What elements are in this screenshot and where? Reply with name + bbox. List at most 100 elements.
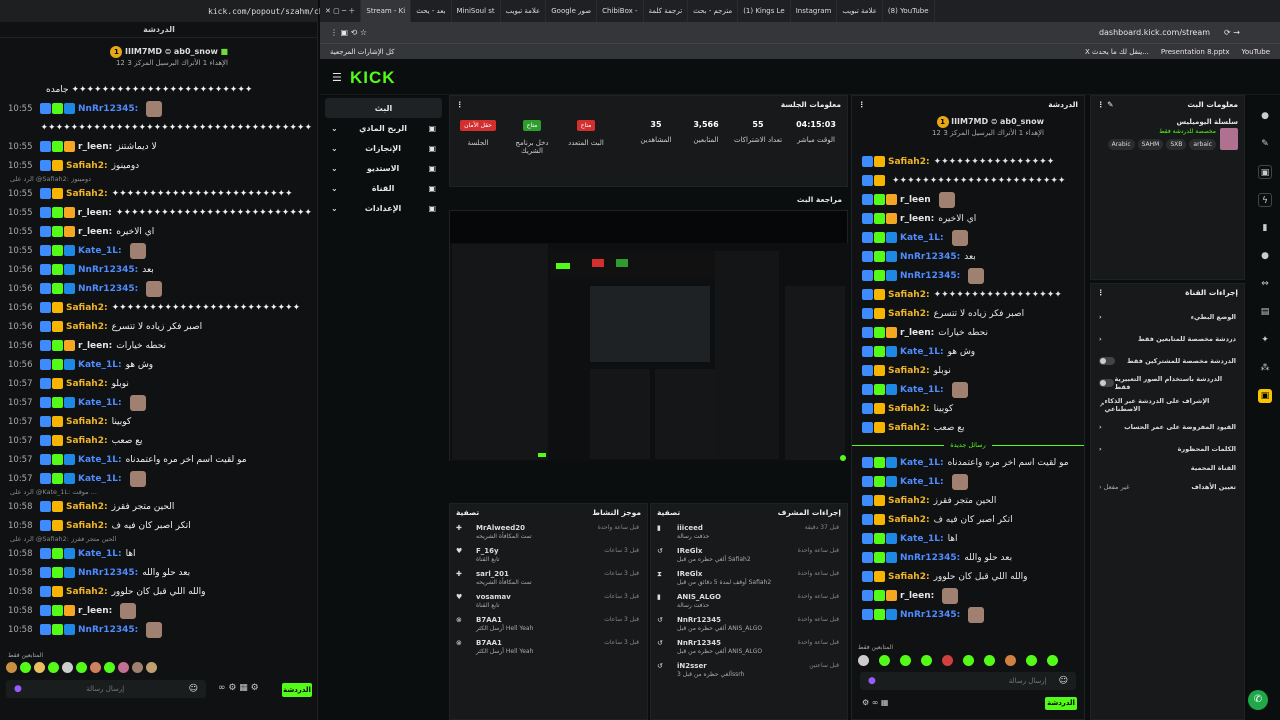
chat-message[interactable]: Safiah2: يع صعب [852,418,1084,437]
chat-message[interactable]: Kate_1L: [852,228,1084,247]
chat-message[interactable]: 10:57 Safiah2: نوبلو [0,374,312,393]
emote-bar[interactable] [6,662,160,676]
browser-tab[interactable]: علامة تبويب [837,0,883,22]
bookmarks-all[interactable]: كل الإشارات المرجعية [330,48,395,56]
sidebar-item[interactable]: ⌄ الاستديو ▣ [325,158,442,178]
message-username[interactable]: Safiah2: [888,515,930,525]
feed-username[interactable]: iN2sser [677,662,744,670]
message-username[interactable]: Safiah2: [66,303,108,313]
chat-message[interactable]: Safiah2: اصبر فكر زياده لا تتسرع [852,304,1084,323]
chat-message[interactable]: 10:57 Safiah2: يع صعب [0,431,312,450]
message-username[interactable]: Safiah2: [888,572,930,582]
message-username[interactable]: Safiah2: [66,322,108,332]
chat-message[interactable]: Kate_1L: وش هو [852,342,1084,361]
chat-message[interactable]: NnRr12345: [852,605,1084,624]
feed-row[interactable]: ♥ F_16y تابع القناة قبل 3 ساعات [450,543,647,566]
chat-message[interactable]: Kate_1L: [852,380,1084,399]
feed-username[interactable]: iiiceed [677,524,709,532]
message-username[interactable]: Safiah2: [888,423,930,433]
chat-message[interactable]: 10:57 Kate_1L: مو لقيت اسم اخر مره واعتمدن… [0,450,312,469]
chat-message[interactable]: 10:56 NnRr12345: بعد [0,260,312,279]
chat-message[interactable]: Safiah2: نوبلو [852,361,1084,380]
chat-pinned-message[interactable]: 1 IIIM7MD ⊜ ab0_snow 12 الإهداء 1 الأترا… [852,112,1084,140]
chat-message[interactable]: 10:58 Kate_1L: اها [0,544,312,563]
message-username[interactable]: NnRr12345: [78,284,138,294]
message-username[interactable]: Safiah2: [66,436,108,446]
feed-username[interactable]: ANIS_ALGO [677,593,721,601]
bot-icon[interactable]: ▤ [1258,305,1272,319]
pen-icon[interactable]: ✎ [1258,137,1272,151]
chat-message[interactable]: Kate_1L: اها [852,529,1084,548]
chat-message[interactable]: 10:55 r_leen: ✦✦✦✦✦✦✦✦✦✦✦✦✦✦✦✦✦✦✦✦✦✦✦✦✦✦ [0,203,312,222]
browser-tab[interactable]: مترجم - بحث [688,0,739,22]
status-badge[interactable]: متاح [522,120,542,131]
message-username[interactable]: Safiah2: [888,496,930,506]
feed-username[interactable]: sarl_201 [476,570,532,578]
chat-message[interactable]: r_leen: نحطه خيارات [852,323,1084,342]
chat-message[interactable]: NnRr12345: [852,266,1084,285]
chat-toolbar-icons[interactable]: ⚙ ∞ ▦ [862,698,888,707]
hamburger-icon[interactable]: ☰ [332,71,342,84]
feed-username[interactable]: vosamav [476,593,511,601]
camera-icon[interactable]: ▣ [1258,165,1272,179]
message-username[interactable]: r_leen: [900,591,934,601]
message-username[interactable]: NnRr12345: [78,265,138,275]
feed-row[interactable]: ↺ NnRr12345 ألغي حظره من قبل ANIS_ALGO قبل … [651,612,847,635]
url-text[interactable]: dashboard.kick.com/stream [1099,28,1210,37]
message-username[interactable]: Safiah2: [888,366,930,376]
message-username[interactable]: r_leen: [78,208,112,218]
chat-message[interactable]: Safiah2: والله اللي قبل كان حلوور [852,567,1084,586]
chevron-right-icon[interactable]: › [1099,445,1102,453]
sidebar-item[interactable]: ⌄ الربح المادي ▣ [325,118,442,138]
message-username[interactable]: Safiah2: [66,189,108,199]
message-username[interactable]: Safiah2: [66,502,108,512]
feed-row[interactable]: ⊗ B7AA1 أرسل الكثر Hell Yeah قبل 3 ساعات [450,635,647,658]
toggle-switch[interactable] [1099,357,1115,365]
chat-message[interactable]: Safiah2: ✦✦✦✦✦✦✦✦✦✦✦✦✦✦✦✦ [852,152,1084,171]
channel-setting-row[interactable]: ↗ الإشراف على الدردشة عبر الذكاء الاصطناع… [1091,394,1244,416]
kick-logo[interactable]: KICK [350,68,396,88]
feed-username[interactable]: MrAlweed20 [476,524,532,532]
chat-message[interactable]: r_leen: [852,586,1084,605]
bookmark-item[interactable]: Presentation 8.pptx [1161,48,1230,56]
feed-row[interactable]: ↺ iN2sser ألغي حظره من قبل 3ssrh قبل ساعتين [651,658,847,681]
feed-row[interactable]: ⊗ B7AA1 أرسل الكثر Hell Yeah قبل 3 ساعات [450,612,647,635]
status-badge[interactable]: متاح [576,120,596,131]
chat-message[interactable]: 10:58 Safiah2: والله اللي قبل كان حلوور [0,582,312,601]
message-username[interactable]: Kate_1L: [900,458,944,468]
message-username[interactable]: NnRr12345: [900,553,960,563]
feed-username[interactable]: IReGlx [677,570,771,578]
stream-tag[interactable]: SXB [1166,139,1187,150]
message-username[interactable]: Kate_1L: [78,246,122,256]
filter-label[interactable]: تصفية [657,508,680,517]
chevron-right-icon[interactable]: › [1099,313,1102,321]
feed-username[interactable]: B7AA1 [476,639,533,647]
toggle-switch[interactable] [1099,379,1115,387]
feed-row[interactable]: ⧗ IReGlx أوقف لمدة 5 دقائق من قبل Safiah2 ق… [651,566,847,589]
group-icon[interactable]: ⁂ [1258,361,1272,375]
message-username[interactable]: r_leen [900,195,931,205]
chat-message[interactable]: 10:56 Safiah2: ✦✦✦✦✦✦✦✦✦✦✦✦✦✦✦✦✦✦✦✦✦✦✦✦✦ [0,298,312,317]
mic-icon[interactable]: ● [14,684,22,694]
more-icon[interactable]: ⋮ [456,100,464,109]
emoji-picker-icon[interactable]: ☺ [1059,676,1068,686]
popout-chat-input[interactable]: ● إرسال رسالة ☺ [6,680,206,698]
sidebar-item[interactable]: ⌄ الإنجازات ▣ [325,138,442,158]
chat-message[interactable]: 10:57 Safiah2: كوبينا [0,412,312,431]
browser-tab[interactable]: (8) YouTube [883,0,935,22]
chat-message[interactable]: 10:55 r_leen: اي الاخيره [0,222,312,241]
message-username[interactable]: Safiah2: [888,157,930,167]
feed-username[interactable]: IReGlx [677,547,751,555]
feed-username[interactable]: NnRr12345 [677,616,762,624]
stream-tag[interactable]: SAHM [1137,139,1164,150]
chat-message[interactable]: 10:58 Safiah2: اتكر اصبر كان فيه ف [0,516,312,535]
trophy-icon[interactable]: ▣ [1258,389,1272,403]
message-username[interactable]: r_leen: [900,214,934,224]
edit-icon[interactable]: ⋮ ✎ [1097,100,1113,109]
message-username[interactable]: Safiah2: [66,417,108,427]
chat-message[interactable]: 10:56 Safiah2: اصبر فكر زياده لا تتسرع [0,317,312,336]
chat-message[interactable]: 10:57 Kate_1L: [0,393,312,412]
chat-message[interactable]: Safiah2: ✦✦✦✦✦✦✦✦✦✦✦✦✦✦✦✦✦ [852,285,1084,304]
message-username[interactable]: Kate_1L: [78,360,122,370]
refresh-icon[interactable]: ⟳ → [1224,28,1240,37]
